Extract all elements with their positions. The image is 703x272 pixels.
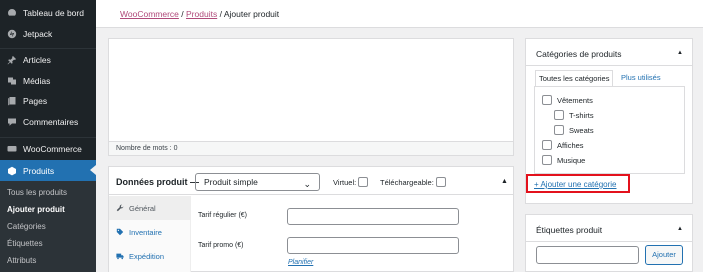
product-type-value: Produit simple <box>204 177 258 187</box>
media-icon <box>6 75 18 87</box>
product-tags-box: Étiquettes produit ▲ Ajouter <box>525 214 693 272</box>
submenu-tags[interactable]: Étiquettes <box>7 239 43 248</box>
category-checkbox[interactable] <box>542 140 552 150</box>
category-label: Sweats <box>569 125 594 135</box>
menu-item-label: WooCommerce <box>23 144 82 154</box>
breadcrumb-produits-link[interactable]: Produits <box>186 9 217 19</box>
menu-item-label: Commentaires <box>23 117 79 127</box>
tab-label: Général <box>129 203 156 213</box>
product-data-header: Données produit — Produit simple ⌄ Virtu… <box>109 167 513 195</box>
collapse-caret-icon[interactable]: ▲ <box>677 226 683 232</box>
virtual-label: Virtuel: <box>333 177 357 187</box>
collapse-caret-icon[interactable]: ▲ <box>677 50 683 56</box>
downloadable-option: Téléchargeable: <box>380 177 446 187</box>
add-category-link[interactable]: + Ajouter une catégorie <box>534 180 617 189</box>
menu-item-produits[interactable]: Produits <box>0 160 96 181</box>
top-bar: WooCommerce / Produits / Ajouter produit <box>96 0 703 28</box>
truck-icon <box>116 253 124 260</box>
menu-item-dashboard[interactable]: Tableau de bord <box>0 3 96 23</box>
menu-separator <box>0 137 96 138</box>
content-editor[interactable] <box>108 38 514 156</box>
divider <box>526 241 692 242</box>
category-label: Vêtements <box>557 95 593 105</box>
menu-item-label: Tableau de bord <box>23 8 84 18</box>
woocommerce-icon <box>6 143 18 155</box>
panel-collapse-icon[interactable]: ▲ <box>501 178 508 185</box>
add-tag-button[interactable]: Ajouter <box>645 245 683 265</box>
category-checkbox[interactable] <box>554 110 564 120</box>
menu-item-label: Produits <box>23 165 55 176</box>
category-label: Musique <box>557 155 586 165</box>
tags-title: Étiquettes produit <box>536 225 603 235</box>
dashboard-icon <box>6 7 18 19</box>
category-checkbox[interactable] <box>542 155 552 165</box>
submenu-all-products[interactable]: Tous les produits <box>7 188 67 197</box>
product-data-panel: Données produit — Produit simple ⌄ Virtu… <box>108 166 514 272</box>
breadcrumb-woocommerce-link[interactable]: WooCommerce <box>120 9 179 19</box>
breadcrumb-separator: / <box>181 9 184 19</box>
product-box-icon <box>6 165 18 177</box>
menu-separator <box>0 48 96 49</box>
word-count: Nombre de mots : 0 <box>108 141 514 156</box>
submenu-add-product[interactable]: Ajouter produit <box>7 205 65 214</box>
tab-most-used[interactable]: Plus utilisés <box>618 70 664 87</box>
tab-label: Expédition <box>129 251 165 261</box>
menu-item-label: Pages <box>23 96 48 106</box>
category-item[interactable]: Affiches <box>542 140 584 150</box>
tag-icon <box>116 228 124 236</box>
submenu-categories[interactable]: Catégories <box>7 222 46 231</box>
menu-item-label: Articles <box>23 55 51 65</box>
schedule-sale-link[interactable]: Planifier <box>288 259 313 266</box>
divider <box>526 65 692 66</box>
wrench-icon <box>116 204 124 212</box>
category-item[interactable]: Musique <box>542 155 585 165</box>
submenu-attributes[interactable]: Attributs <box>7 256 36 265</box>
category-checklist: Vêtements T-shirts Sweats Affiches Musiq… <box>534 86 685 174</box>
chevron-down-icon: ⌄ <box>303 179 311 189</box>
breadcrumb-current: Ajouter produit <box>223 9 280 19</box>
tab-label: Inventaire <box>129 227 162 237</box>
product-type-select[interactable]: Produit simple ⌄ <box>195 173 320 191</box>
menu-item-label: Médias <box>23 76 51 86</box>
tab-shipping[interactable]: Expédition <box>109 244 191 268</box>
tab-all-categories[interactable]: Toutes les catégories <box>535 70 614 87</box>
category-checkbox[interactable] <box>542 95 552 105</box>
category-label: Affiches <box>557 140 584 150</box>
virtual-option: Virtuel: <box>333 177 369 187</box>
sale-price-input[interactable] <box>287 237 459 254</box>
menu-item-jetpack[interactable]: Jetpack <box>0 24 96 44</box>
downloadable-label: Téléchargeable: <box>380 177 434 187</box>
category-item[interactable]: Vêtements <box>542 95 593 105</box>
menu-item-woocommerce[interactable]: WooCommerce <box>0 139 96 159</box>
admin-sidebar: Tableau de bord Jetpack Articles Médias … <box>0 0 96 272</box>
category-item[interactable]: Sweats <box>554 125 594 135</box>
product-data-tabs: Général Inventaire Expédition <box>109 196 191 272</box>
product-data-title: Données produit — <box>116 177 199 187</box>
menu-item-commentaires[interactable]: Commentaires <box>0 112 96 132</box>
breadcrumb-separator: / <box>219 9 222 19</box>
produits-submenu: Tous les produits Ajouter produit Catégo… <box>0 181 96 272</box>
breadcrumb: WooCommerce / Produits / Ajouter produit <box>120 9 279 19</box>
menu-item-medias[interactable]: Médias <box>0 71 96 91</box>
page-icon <box>6 95 18 107</box>
regular-price-label: Tarif régulier (€) <box>198 212 248 219</box>
comment-icon <box>6 116 18 128</box>
jetpack-icon <box>6 28 18 40</box>
menu-item-label: Jetpack <box>23 29 53 39</box>
sale-price-label: Tarif promo (€) <box>198 242 244 249</box>
menu-item-pages[interactable]: Pages <box>0 91 96 111</box>
regular-price-input[interactable] <box>287 208 459 225</box>
tab-general[interactable]: Général <box>109 196 191 220</box>
tag-input[interactable] <box>536 246 639 264</box>
categories-title: Catégories de produits <box>536 49 622 59</box>
menu-item-articles[interactable]: Articles <box>0 50 96 70</box>
category-label: T-shirts <box>569 110 594 120</box>
category-item[interactable]: T-shirts <box>554 110 594 120</box>
virtual-checkbox[interactable] <box>358 177 369 187</box>
category-checkbox[interactable] <box>554 125 564 135</box>
tab-inventory[interactable]: Inventaire <box>109 220 191 244</box>
downloadable-checkbox[interactable] <box>435 177 446 187</box>
pin-icon <box>6 54 18 66</box>
